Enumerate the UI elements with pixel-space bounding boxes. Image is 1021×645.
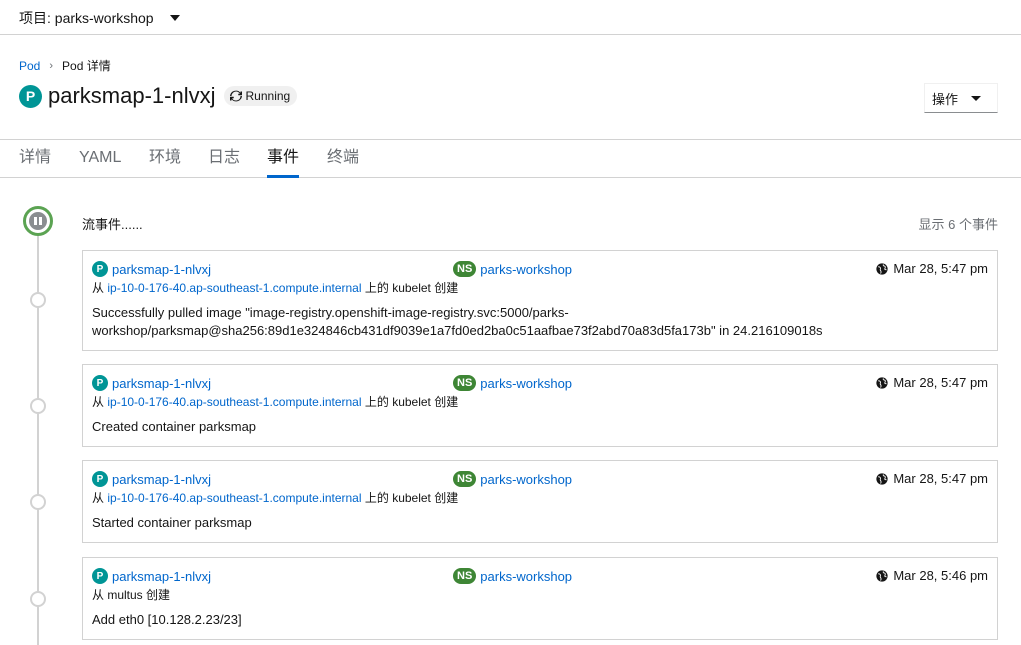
pod-resource-badge: P xyxy=(92,568,108,584)
source-prefix: 从 xyxy=(92,491,105,505)
timeline-dot xyxy=(30,494,46,510)
globe-icon xyxy=(876,376,888,389)
pod-resource-badge: P xyxy=(92,261,108,277)
event-source: 从 ip-10-0-176-40.ap-southeast-1.compute.… xyxy=(92,393,458,410)
globe-icon xyxy=(876,472,888,485)
sync-icon xyxy=(229,90,242,102)
event-pod-link[interactable]: parksmap-1-nlvxj xyxy=(112,569,211,584)
event-source: 从 ip-10-0-176-40.ap-southeast-1.compute.… xyxy=(92,279,458,296)
caret-down-icon xyxy=(971,96,981,101)
event-pod-link[interactable]: parksmap-1-nlvxj xyxy=(112,472,211,487)
event-namespace-ref: NS parks-workshop xyxy=(453,261,572,277)
source-prefix: 从 xyxy=(92,395,105,409)
pause-streaming-button[interactable] xyxy=(23,206,53,236)
pod-resource-badge: P xyxy=(92,375,108,391)
event-timestamp: Mar 28, 5:47 pm xyxy=(876,375,988,390)
event-pod-ref: P parksmap-1-nlvxj xyxy=(92,471,211,487)
namespace-badge: NS xyxy=(453,568,477,584)
chevron-right-icon: › xyxy=(49,59,54,72)
event-pod-link[interactable]: parksmap-1-nlvxj xyxy=(112,262,211,277)
status-badge: Running xyxy=(223,86,298,106)
pod-resource-badge: P xyxy=(19,84,42,108)
event-message: Add eth0 [10.128.2.23/23] xyxy=(92,612,242,627)
event-pod-ref: P parksmap-1-nlvxj xyxy=(92,261,211,277)
actions-dropdown[interactable]: 操作 xyxy=(924,83,998,113)
event-source: 从 multus 创建 xyxy=(92,586,170,603)
event-namespace-ref: NS parks-workshop xyxy=(453,568,572,584)
event-pod-ref: P parksmap-1-nlvxj xyxy=(92,568,211,584)
source-suffix: 上的 kubelet 创建 xyxy=(364,395,459,409)
breadcrumb-current: Pod 详情 xyxy=(62,59,111,73)
project-selector[interactable]: 项目: parks-workshop xyxy=(19,8,180,28)
event-namespace-ref: NS parks-workshop xyxy=(453,375,572,391)
event-pod-link[interactable]: parksmap-1-nlvxj xyxy=(112,376,211,391)
tab-bar: 详情 YAML 环境 日志 事件 终端 xyxy=(0,139,1021,178)
event-namespace-link[interactable]: parks-workshop xyxy=(480,262,572,277)
breadcrumb: Pod › Pod 详情 xyxy=(19,57,111,74)
event-count: 显示 6 个事件 xyxy=(918,217,998,232)
globe-icon xyxy=(876,262,888,275)
source-suffix: 上的 kubelet 创建 xyxy=(364,281,459,295)
project-bar: 项目: parks-workshop xyxy=(0,0,1021,35)
event-time-text: Mar 28, 5:47 pm xyxy=(893,375,988,390)
status-text: Running xyxy=(245,89,291,103)
title-row: P parksmap-1-nlvxj Running xyxy=(19,83,298,109)
tab-events[interactable]: 事件 xyxy=(267,140,300,178)
namespace-badge: NS xyxy=(453,261,477,277)
event-namespace-link[interactable]: parks-workshop xyxy=(480,376,572,391)
event-node-link[interactable]: ip-10-0-176-40.ap-southeast-1.compute.in… xyxy=(107,491,361,505)
breadcrumb-pod-link[interactable]: Pod xyxy=(19,59,40,73)
tab-yaml[interactable]: YAML xyxy=(79,140,121,178)
timeline-dot xyxy=(30,292,46,308)
actions-label: 操作 xyxy=(932,91,959,107)
tab-environment[interactable]: 环境 xyxy=(149,140,181,178)
event-message: Started container parksmap xyxy=(92,515,252,530)
namespace-badge: NS xyxy=(453,375,477,391)
event-card: P parksmap-1-nlvxj NS parks-workshop Mar… xyxy=(82,364,998,447)
event-namespace-link[interactable]: parks-workshop xyxy=(480,569,572,584)
event-timestamp: Mar 28, 5:46 pm xyxy=(876,568,988,583)
caret-down-icon xyxy=(169,15,180,21)
event-namespace-ref: NS parks-workshop xyxy=(453,471,572,487)
pause-icon xyxy=(29,212,47,230)
timeline-dot xyxy=(30,591,46,607)
source-prefix: 从 multus 创建 xyxy=(92,588,171,602)
event-time-text: Mar 28, 5:46 pm xyxy=(893,568,988,583)
event-timestamp: Mar 28, 5:47 pm xyxy=(876,471,988,486)
project-label: 项目: parks-workshop xyxy=(19,10,154,26)
namespace-badge: NS xyxy=(453,471,477,487)
event-node-link[interactable]: ip-10-0-176-40.ap-southeast-1.compute.in… xyxy=(107,395,361,409)
event-message: Successfully pulled image "image-registr… xyxy=(92,305,823,338)
event-pod-ref: P parksmap-1-nlvxj xyxy=(92,375,211,391)
streaming-events-label: 流事件...... xyxy=(82,217,143,232)
tab-terminal[interactable]: 终端 xyxy=(327,140,359,178)
event-card: P parksmap-1-nlvxj NS parks-workshop Mar… xyxy=(82,250,998,351)
event-node-link[interactable]: ip-10-0-176-40.ap-southeast-1.compute.in… xyxy=(107,281,361,295)
event-message: Created container parksmap xyxy=(92,419,257,434)
globe-icon xyxy=(876,569,888,582)
tab-details[interactable]: 详情 xyxy=(19,140,51,178)
event-card: P parksmap-1-nlvxj NS parks-workshop Mar… xyxy=(82,557,998,640)
event-source: 从 ip-10-0-176-40.ap-southeast-1.compute.… xyxy=(92,489,458,506)
event-time-text: Mar 28, 5:47 pm xyxy=(893,261,988,276)
event-time-text: Mar 28, 5:47 pm xyxy=(893,471,988,486)
source-prefix: 从 xyxy=(92,281,105,295)
event-namespace-link[interactable]: parks-workshop xyxy=(480,472,572,487)
timeline-dot xyxy=(30,398,46,414)
source-suffix: 上的 kubelet 创建 xyxy=(364,491,459,505)
event-card: P parksmap-1-nlvxj NS parks-workshop Mar… xyxy=(82,460,998,543)
tab-logs[interactable]: 日志 xyxy=(208,140,240,178)
event-timestamp: Mar 28, 5:47 pm xyxy=(876,261,988,276)
page-title: parksmap-1-nlvxj xyxy=(48,83,216,108)
pod-resource-badge: P xyxy=(92,471,108,487)
